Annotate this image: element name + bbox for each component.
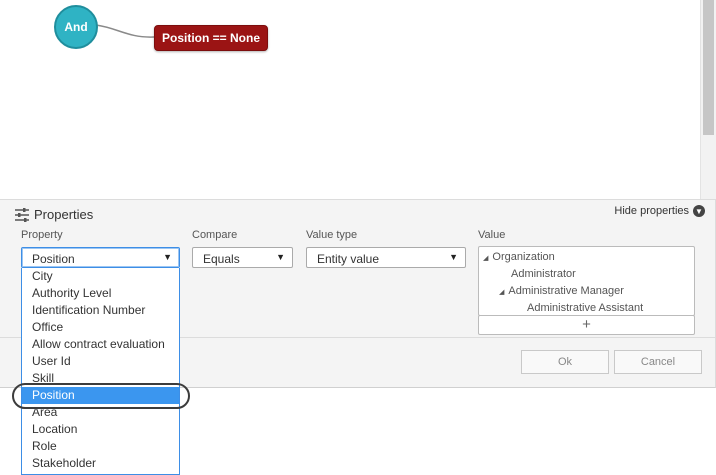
tree-item-administrative-manager[interactable]: ◢ Administrative Manager [499,285,624,297]
dropdown-option-identification-number[interactable]: Identification Number [22,302,179,319]
hide-properties-label: Hide properties [614,205,689,217]
dropdown-option-stakeholder[interactable]: Stakeholder [22,455,179,472]
caret-down-icon: ▼ [163,252,172,262]
dropdown-option-role[interactable]: Role [22,438,179,455]
compare-select-value: Equals [203,252,240,266]
tree-item-organization[interactable]: ◢ Organization [483,251,555,263]
expand-triangle-icon[interactable]: ◢ [499,289,504,296]
property-select[interactable]: Position ▼ [21,247,180,268]
value-type-select-value: Entity value [317,252,380,266]
dropdown-option-allow-contract-evaluation[interactable]: Allow contract evaluation [22,336,179,353]
chevron-down-circle-icon: ▼ [693,205,705,217]
value-type-select[interactable]: Entity value ▼ [306,247,466,268]
dropdown-option-position[interactable]: Position [22,387,179,404]
tree-item-administrator[interactable]: Administrator [511,268,576,280]
dropdown-option-authority-level[interactable]: Authority Level [22,285,179,302]
expand-triangle-icon[interactable]: ◢ [483,255,488,262]
properties-header: Properties [14,207,93,222]
value-type-label: Value type [306,229,358,241]
property-dropdown-list: City Authority Level Identification Numb… [21,268,180,475]
dropdown-option-location[interactable]: Location [22,421,179,438]
dropdown-option-user-id[interactable]: User Id [22,353,179,370]
property-select-value: Position [32,252,75,266]
tree-item-label: Administrative Manager [508,285,624,297]
node-connector [95,24,155,38]
dropdown-option-office[interactable]: Office [22,319,179,336]
value-tree[interactable]: ◢ Organization Administrator ◢ Administrat… [478,246,695,316]
caret-down-icon: ▼ [449,252,458,262]
property-label: Property [21,229,63,241]
add-value-button[interactable]: + [478,315,695,335]
hide-properties-button[interactable]: Hide properties ▼ [614,205,705,217]
compare-select[interactable]: Equals ▼ [192,247,293,268]
cancel-button[interactable]: Cancel [614,350,702,374]
condition-node[interactable]: Position == None [154,25,268,51]
tree-item-label: Organization [492,251,555,263]
ok-button[interactable]: Ok [521,350,609,374]
sliders-icon [15,207,29,222]
rule-canvas[interactable]: And Position == None [0,0,700,199]
scrollbar-thumb[interactable] [703,0,714,135]
dropdown-option-skill[interactable]: Skill [22,370,179,387]
compare-label: Compare [192,229,238,241]
tree-item-administrative-assistant[interactable]: Administrative Assistant [527,302,643,314]
dropdown-option-city[interactable]: City [22,268,179,285]
canvas-scrollbar[interactable] [700,0,716,199]
and-node[interactable]: And [54,5,98,49]
caret-down-icon: ▼ [276,252,285,262]
value-label: Value [478,229,506,241]
properties-title: Properties [34,207,94,222]
dropdown-option-area[interactable]: Area [22,404,179,421]
